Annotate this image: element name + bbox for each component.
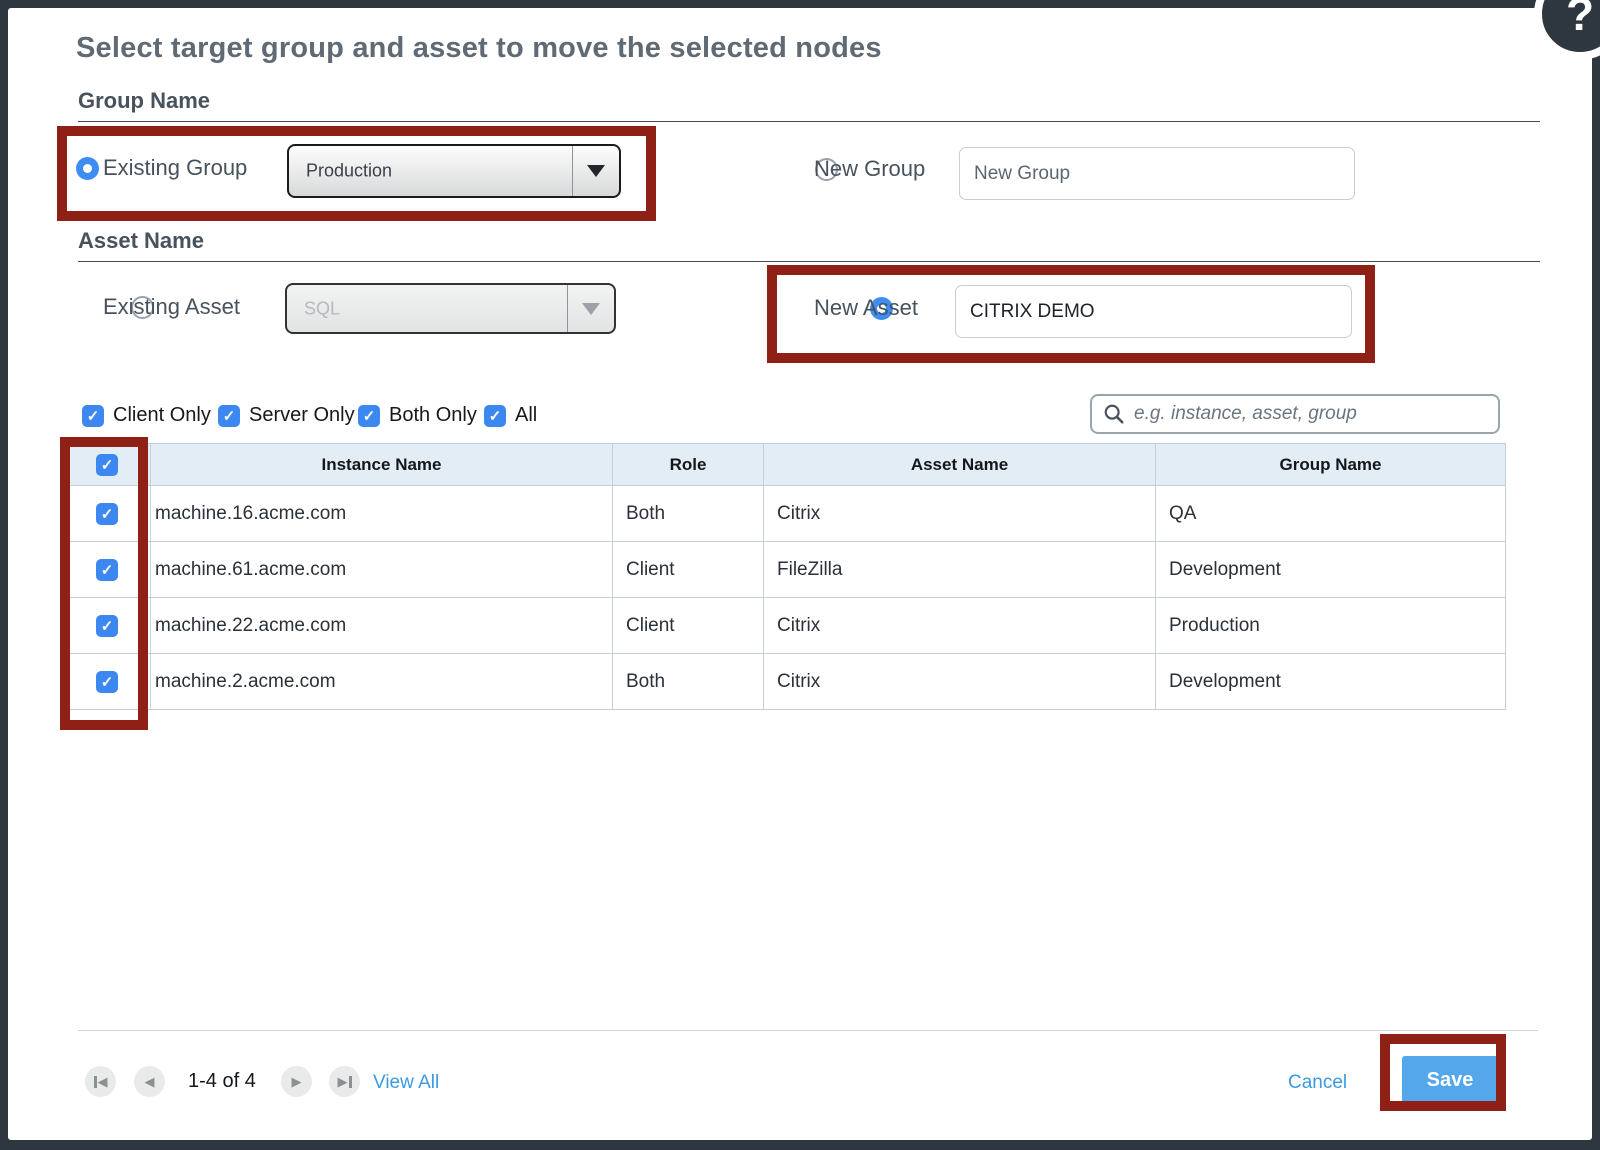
existing-group-radio[interactable] xyxy=(76,157,99,180)
all-label: All xyxy=(515,404,537,427)
row-checkbox[interactable] xyxy=(96,615,118,637)
new-group-input[interactable] xyxy=(959,147,1355,200)
col-header-role: Role xyxy=(613,444,764,486)
existing-group-label: Existing Group xyxy=(103,155,247,181)
instance-name-cell: machine.61.acme.com xyxy=(151,542,613,598)
table-header-row: Instance Name Role Asset Name Group Name xyxy=(64,444,1506,486)
new-asset-label: New Asset xyxy=(814,295,918,321)
group-name-cell: Development xyxy=(1156,654,1506,710)
pagination-next-button[interactable]: ▶ xyxy=(281,1066,312,1097)
instance-name-cell: machine.22.acme.com xyxy=(151,598,613,654)
save-button[interactable]: Save xyxy=(1402,1056,1498,1104)
instances-table: Instance Name Role Asset Name Group Name… xyxy=(63,443,1506,710)
help-icon[interactable]: ? xyxy=(1534,0,1600,60)
pagination-range: 1-4 of 4 xyxy=(188,1070,256,1093)
role-cell: Both xyxy=(613,486,764,542)
col-header-instance-name: Instance Name xyxy=(151,444,613,486)
asset-name-cell: Citrix xyxy=(764,598,1156,654)
role-cell: Client xyxy=(613,542,764,598)
col-header-group-name: Group Name xyxy=(1156,444,1506,486)
group-name-cell: QA xyxy=(1156,486,1506,542)
all-checkbox[interactable] xyxy=(484,405,506,427)
server-only-checkbox[interactable] xyxy=(218,405,240,427)
group-name-cell: Production xyxy=(1156,598,1506,654)
table-row: machine.2.acme.com Both Citrix Developme… xyxy=(64,654,1506,710)
row-checkbox[interactable] xyxy=(96,559,118,581)
table-row: machine.61.acme.com Client FileZilla Dev… xyxy=(64,542,1506,598)
chevron-down-icon xyxy=(587,165,605,177)
pagination-prev-button[interactable]: ◀ xyxy=(134,1066,165,1097)
row-checkbox[interactable] xyxy=(96,503,118,525)
role-cell: Client xyxy=(613,598,764,654)
existing-asset-dropdown-value: SQL xyxy=(304,298,340,319)
row-checkbox[interactable] xyxy=(96,671,118,693)
footer-divider xyxy=(78,1030,1538,1031)
existing-asset-dropdown: SQL xyxy=(285,283,616,334)
client-only-checkbox[interactable] xyxy=(82,405,104,427)
client-only-label: Client Only xyxy=(113,404,211,427)
asset-name-cell: Citrix xyxy=(764,486,1156,542)
existing-group-dropdown[interactable]: Production xyxy=(287,144,621,198)
asset-name-section-heading: Asset Name xyxy=(78,228,1540,262)
existing-group-dropdown-value: Production xyxy=(306,161,392,182)
both-only-label: Both Only xyxy=(389,404,477,427)
server-only-label: Server Only xyxy=(249,404,355,427)
role-cell: Both xyxy=(613,654,764,710)
pagination-last-button[interactable]: ▶ xyxy=(329,1066,360,1097)
cancel-button[interactable]: Cancel xyxy=(1288,1072,1347,1094)
pagination-first-button[interactable]: ◀ xyxy=(85,1066,116,1097)
search-input[interactable] xyxy=(1125,396,1498,432)
group-name-section-heading: Group Name xyxy=(78,88,1540,122)
first-page-icon xyxy=(94,1076,97,1088)
select-all-checkbox[interactable] xyxy=(96,454,118,476)
both-only-checkbox[interactable] xyxy=(358,405,380,427)
view-all-link[interactable]: View All xyxy=(373,1072,439,1094)
col-header-asset-name: Asset Name xyxy=(764,444,1156,486)
move-nodes-dialog: Select target group and asset to move th… xyxy=(8,8,1592,1140)
group-name-cell: Development xyxy=(1156,542,1506,598)
dropdown-arrow-disabled xyxy=(567,285,614,332)
asset-name-cell: Citrix xyxy=(764,654,1156,710)
asset-name-cell: FileZilla xyxy=(764,542,1156,598)
last-page-icon xyxy=(349,1076,352,1088)
search-icon xyxy=(1103,403,1125,425)
existing-asset-label: Existing Asset xyxy=(103,294,240,320)
table-row: machine.16.acme.com Both Citrix QA xyxy=(64,486,1506,542)
dropdown-arrow-button[interactable] xyxy=(572,146,619,196)
chevron-down-icon xyxy=(582,303,600,315)
instance-name-cell: machine.2.acme.com xyxy=(151,654,613,710)
search-box xyxy=(1090,394,1500,434)
new-group-label: New Group xyxy=(814,156,925,182)
instance-name-cell: machine.16.acme.com xyxy=(151,486,613,542)
page-title: Select target group and asset to move th… xyxy=(76,32,882,65)
table-row: machine.22.acme.com Client Citrix Produc… xyxy=(64,598,1506,654)
new-asset-input[interactable] xyxy=(955,285,1352,338)
